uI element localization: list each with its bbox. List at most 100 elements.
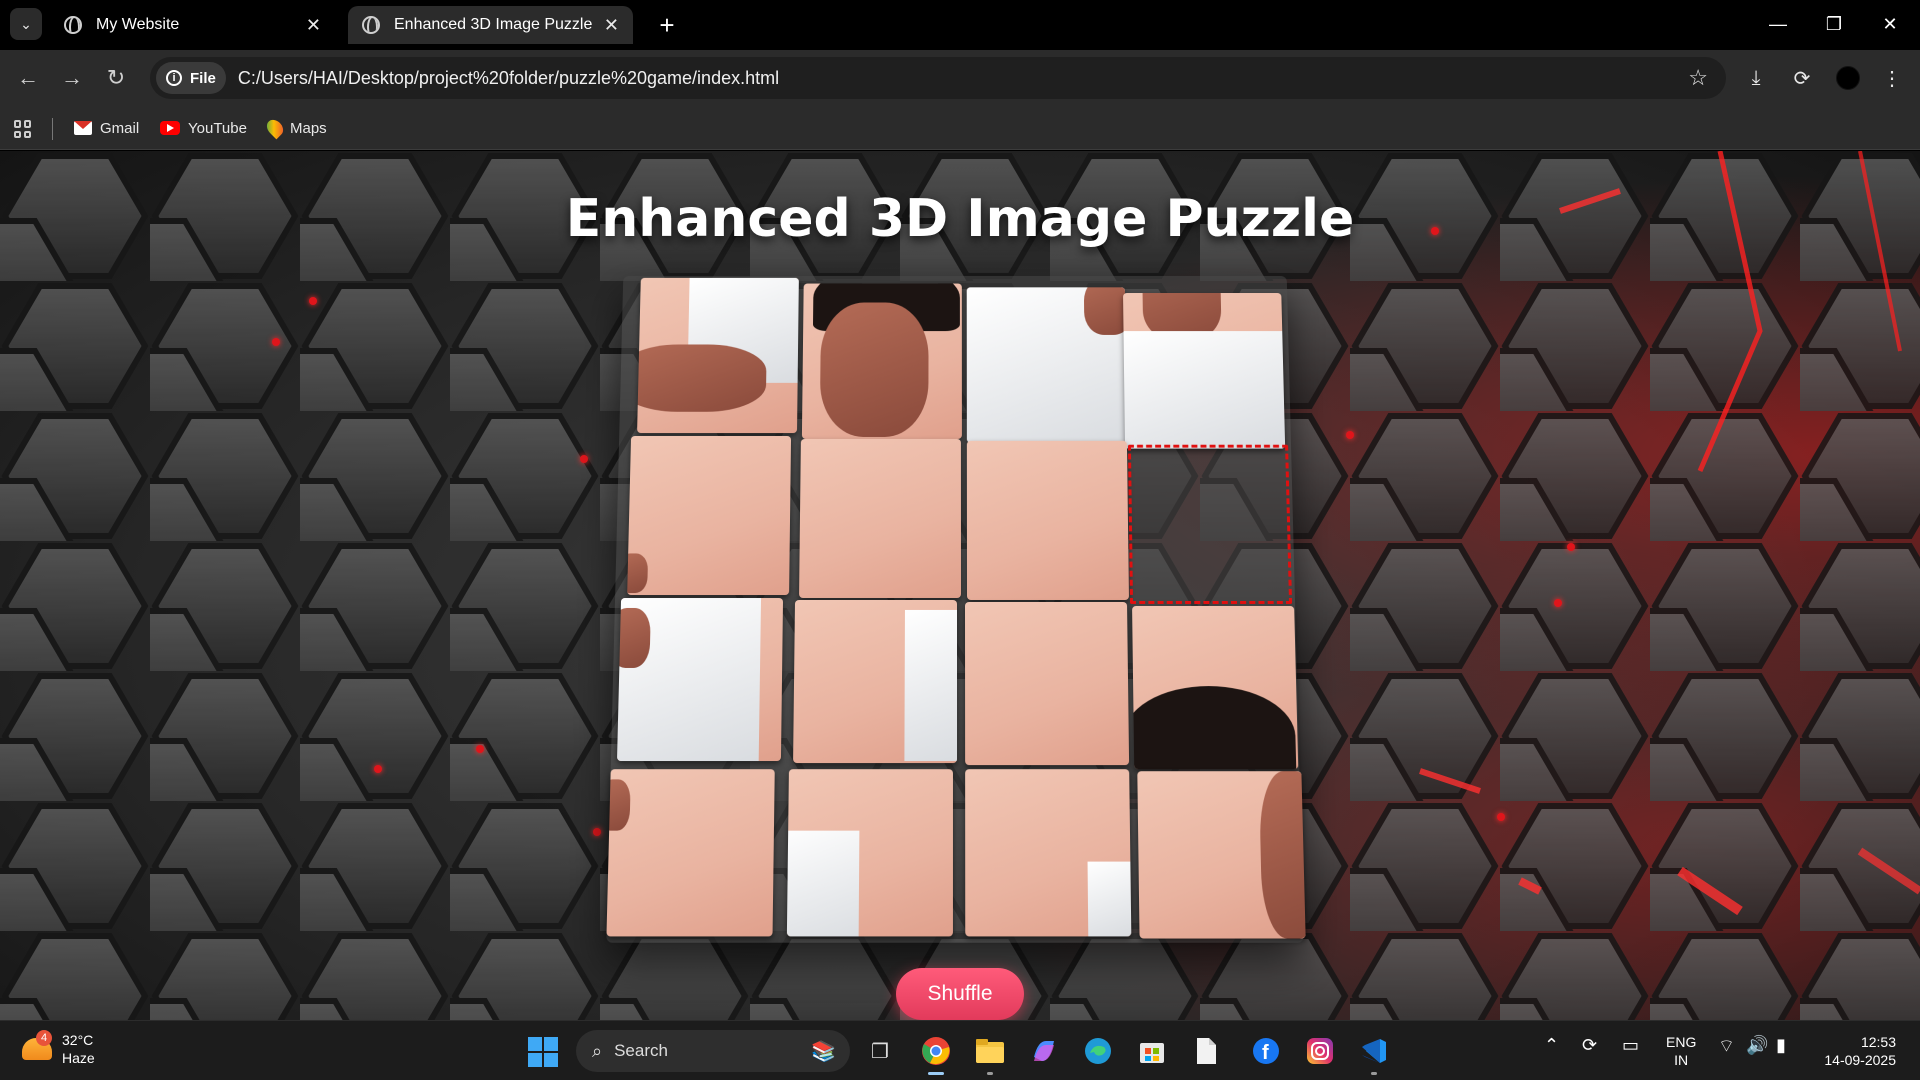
- puzzle-tile[interactable]: [1137, 771, 1305, 938]
- puzzle-tile[interactable]: [799, 439, 961, 598]
- minimize-button[interactable]: —: [1758, 8, 1798, 40]
- search-placeholder: Search: [614, 1041, 668, 1061]
- weather-icon: 4: [22, 1038, 52, 1060]
- lang-code: ENG: [1666, 1033, 1696, 1051]
- store-icon[interactable]: [1134, 1033, 1170, 1069]
- close-icon[interactable]: ✕: [604, 15, 619, 36]
- tab-search-dropdown[interactable]: ⌄: [10, 8, 42, 40]
- weather-temp: 32°C: [62, 1031, 95, 1049]
- scheme-label: File: [190, 70, 216, 87]
- extension-icon[interactable]: ⟳: [1786, 62, 1818, 94]
- puzzle-tile[interactable]: [1132, 606, 1298, 769]
- forward-button[interactable]: →: [56, 62, 88, 94]
- empty-slot[interactable]: [1128, 445, 1292, 604]
- page-title: Enhanced 3D Image Puzzle: [0, 189, 1920, 249]
- puzzle-tile[interactable]: [606, 769, 774, 936]
- puzzle-tile[interactable]: [1123, 293, 1285, 449]
- weather-desc: Haze: [62, 1049, 95, 1067]
- gmail-icon: [74, 121, 92, 135]
- back-button[interactable]: ←: [12, 62, 44, 94]
- vscode-icon[interactable]: [1356, 1033, 1392, 1069]
- address-bar[interactable]: i File C:/Users/HAI/Desktop/project%20fo…: [150, 57, 1726, 99]
- tab-title: Enhanced 3D Image Puzzle: [394, 16, 592, 34]
- puzzle-tile[interactable]: [967, 441, 1129, 600]
- page-content: Enhanced 3D Image Puzzle Shuffle: [0, 151, 1920, 1020]
- tablet-icon[interactable]: ▭: [1622, 1035, 1639, 1056]
- menu-icon[interactable]: ⋮: [1876, 62, 1908, 94]
- puzzle-tile[interactable]: [617, 598, 783, 761]
- wifi-icon[interactable]: ⌔: [1718, 1035, 1735, 1058]
- url-text[interactable]: C:/Users/HAI/Desktop/project%20folder/pu…: [238, 68, 779, 89]
- puzzle-tile[interactable]: [787, 769, 953, 936]
- reload-button[interactable]: ↻: [100, 62, 132, 94]
- clock[interactable]: 12:53 14-09-2025: [1816, 1033, 1896, 1069]
- particle: [1567, 543, 1575, 551]
- apps-icon[interactable]: [14, 120, 32, 138]
- particle: [374, 765, 382, 773]
- bookmark-label: Gmail: [100, 120, 139, 137]
- bookmark-maps[interactable]: Maps: [268, 116, 327, 140]
- language-indicator[interactable]: ENG IN: [1666, 1033, 1696, 1069]
- particle: [272, 338, 280, 346]
- notification-badge: 4: [36, 1030, 52, 1046]
- region-code: IN: [1666, 1051, 1696, 1069]
- tab-title: My Website: [96, 16, 179, 34]
- bookmark-star-icon[interactable]: ☆: [1688, 65, 1708, 91]
- globe-icon: [64, 16, 82, 34]
- tray-overflow-icon[interactable]: ⌃: [1544, 1035, 1559, 1056]
- svg-text:f: f: [1262, 1042, 1269, 1064]
- puzzle-tile[interactable]: [967, 287, 1127, 442]
- profile-avatar[interactable]: [1836, 66, 1860, 90]
- facebook-icon[interactable]: f: [1248, 1033, 1284, 1069]
- new-tab-button[interactable]: +: [652, 10, 682, 40]
- puzzle-tile[interactable]: [627, 436, 791, 595]
- bookmark-gmail[interactable]: Gmail: [74, 116, 139, 140]
- site-info-chip[interactable]: i File: [156, 62, 226, 94]
- particle: [580, 455, 588, 463]
- date-text: 14-09-2025: [1816, 1051, 1896, 1069]
- bookmark-youtube[interactable]: YouTube: [160, 116, 247, 140]
- battery-icon[interactable]: ▮: [1776, 1035, 1786, 1056]
- document-icon[interactable]: [1188, 1033, 1224, 1069]
- tab-puzzle[interactable]: Enhanced 3D Image Puzzle ✕: [348, 6, 633, 44]
- bookmarks-bar: Gmail YouTube Maps: [0, 106, 1920, 150]
- tab-my-website[interactable]: My Website ✕: [50, 6, 335, 44]
- particle: [309, 297, 317, 305]
- file-explorer-icon[interactable]: [972, 1033, 1008, 1069]
- copilot-icon[interactable]: [1026, 1033, 1062, 1069]
- bookmark-label: YouTube: [188, 120, 247, 137]
- puzzle-tile[interactable]: [637, 278, 799, 433]
- search-highlight-icon: 📚: [811, 1039, 836, 1064]
- restore-button[interactable]: ❐: [1814, 8, 1854, 40]
- sync-icon[interactable]: ⟳: [1582, 1035, 1597, 1056]
- time-text: 12:53: [1816, 1033, 1896, 1051]
- download-icon[interactable]: ⤓: [1740, 62, 1772, 94]
- puzzle-tile[interactable]: [793, 600, 957, 763]
- shuffle-button[interactable]: Shuffle: [896, 968, 1024, 1020]
- instagram-icon[interactable]: [1302, 1033, 1338, 1069]
- puzzle-tile[interactable]: [965, 769, 1131, 936]
- maps-icon: [264, 117, 287, 140]
- chrome-icon[interactable]: [918, 1033, 954, 1069]
- puzzle-tile[interactable]: [965, 602, 1129, 765]
- bookmark-separator: [52, 118, 53, 140]
- puzzle-board: [606, 276, 1303, 943]
- particle: [476, 745, 484, 753]
- bookmark-label: Maps: [290, 120, 327, 137]
- particle: [593, 828, 601, 836]
- volume-icon[interactable]: 🔊: [1746, 1035, 1768, 1056]
- youtube-icon: [160, 121, 180, 135]
- particle: [1497, 813, 1505, 821]
- close-icon[interactable]: ✕: [306, 15, 321, 36]
- particle: [1554, 599, 1562, 607]
- weather-widget[interactable]: 4 32°C Haze: [22, 1031, 95, 1067]
- particle: [1346, 431, 1354, 439]
- task-view-icon[interactable]: ❐: [862, 1033, 898, 1069]
- taskbar: 4 32°C Haze ⌕ Search 📚 ❐ f ⌃ ⟳ ▭ ENG IN …: [0, 1020, 1920, 1080]
- close-window-button[interactable]: ✕: [1870, 8, 1910, 40]
- taskbar-search[interactable]: ⌕ Search 📚: [576, 1030, 850, 1072]
- start-button[interactable]: [528, 1037, 558, 1067]
- globe-icon: [362, 16, 380, 34]
- edge-icon[interactable]: [1080, 1033, 1116, 1069]
- puzzle-tile[interactable]: [802, 284, 962, 439]
